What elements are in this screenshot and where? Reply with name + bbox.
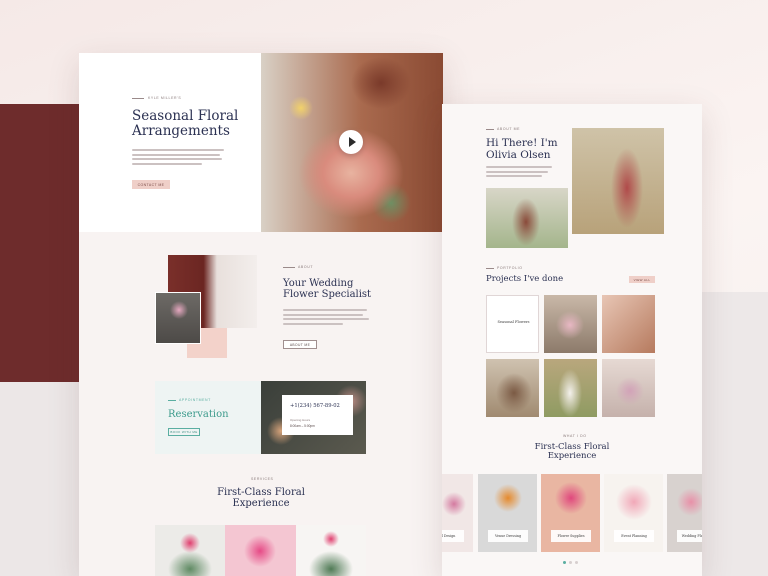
project-tile[interactable]: Seasonal Flowers — [486, 295, 539, 353]
services-eyebrow: SERVICES — [251, 477, 274, 481]
about-flowers-photo — [155, 292, 201, 344]
experience-tile[interactable]: Venue Dressing — [478, 474, 537, 552]
project-tile[interactable] — [486, 359, 539, 417]
eyebrow-rule — [486, 268, 494, 269]
project-tile-label: Seasonal Flowers — [497, 320, 530, 324]
hero-text-panel: KYLE MILLER'S Seasonal Floral Arrangemen… — [79, 53, 261, 232]
services-image-row — [155, 525, 366, 576]
hero-title: Seasonal Floral Arrangements — [132, 109, 238, 139]
intro-title-line1: Hi There! I'm — [486, 137, 558, 149]
eyebrow-rule — [132, 98, 144, 99]
project-tile[interactable] — [602, 359, 655, 417]
experience-carousel: Bridal Design Venue Dressing Flower Supp… — [442, 474, 702, 552]
intro-body-text — [486, 166, 552, 180]
reservation-eyebrow: APPOINTMENT — [179, 398, 211, 402]
opening-hours-label: Opening Hours — [290, 418, 311, 422]
experience-tile-label: Bridal Design — [442, 530, 464, 542]
project-tile[interactable] — [602, 295, 655, 353]
right-page-mockup: ABOUT ME Hi There! I'm Olivia Olsen PORT… — [442, 104, 702, 576]
eyebrow-rule — [486, 129, 494, 130]
experience-tile[interactable]: Event Planning — [604, 474, 663, 552]
reservation-panel: APPOINTMENT Reservation BOOK WITH ME — [155, 381, 261, 454]
project-tile[interactable] — [544, 359, 597, 417]
projects-title: Projects I've done — [486, 274, 564, 284]
about-title-line2: Flower Specialist — [283, 289, 372, 300]
experience-title: First-Class Floral Experience — [522, 442, 622, 462]
about-title-line1: Your Wedding — [283, 278, 354, 289]
experience-tile-label: Venue Dressing — [488, 530, 528, 542]
intro-title-line2: Olivia Olsen — [486, 148, 551, 161]
services-title-line1: First-Class Floral — [217, 487, 305, 498]
services-title-line2: Experience — [232, 498, 290, 509]
intro-eyebrow: ABOUT ME — [497, 127, 521, 131]
carousel-dot[interactable] — [569, 561, 572, 564]
about-eyebrow: ABOUT — [298, 265, 314, 269]
project-tile[interactable] — [544, 295, 597, 353]
experience-title-line2: Experience — [547, 451, 597, 462]
eyebrow-rule — [168, 400, 176, 401]
phone-number[interactable]: +1(234) 567-89-02 — [290, 403, 340, 409]
experience-tile[interactable]: Wedding Planning — [667, 474, 702, 552]
hero-eyebrow: KYLE MILLER'S — [148, 96, 182, 100]
decorative-grey-block-right — [702, 292, 768, 576]
decorative-grey-block — [0, 382, 82, 576]
about-title: Your Wedding Flower Specialist — [283, 278, 371, 300]
contact-card: +1(234) 567-89-02 Opening Hours 8:00am –… — [282, 395, 353, 435]
experience-tile-label: Event Planning — [614, 530, 654, 542]
projects-eyebrow: PORTFOLIO — [497, 266, 523, 270]
service-tile-cactus[interactable] — [155, 525, 226, 576]
hero-title-line2: Arrangements — [132, 122, 230, 139]
experience-tile-label: Flower Supplies — [551, 530, 591, 542]
about-body-text — [283, 309, 369, 327]
experience-tile[interactable]: Bridal Design — [442, 474, 473, 552]
about-me-button[interactable]: ABOUT ME — [283, 340, 317, 349]
view-all-button[interactable]: VIEW ALL — [629, 276, 655, 283]
olivia-field-photo — [486, 188, 568, 248]
contact-me-button[interactable]: CONTACT ME — [132, 180, 170, 189]
experience-tile-label: Wedding Planning — [677, 530, 702, 542]
experience-eyebrow: WHAT I DO — [563, 434, 587, 438]
olivia-portrait-photo — [572, 128, 664, 234]
play-icon — [348, 137, 356, 147]
service-tile-peony[interactable] — [225, 525, 296, 576]
carousel-dot[interactable] — [563, 561, 566, 564]
decorative-maroon-block — [0, 104, 82, 382]
projects-grid: Seasonal Flowers — [486, 295, 656, 418]
hero-title-line1: Seasonal Floral — [132, 108, 239, 124]
carousel-dots[interactable] — [563, 561, 578, 564]
left-page-mockup: KYLE MILLER'S Seasonal Floral Arrangemen… — [79, 53, 443, 576]
intro-title: Hi There! I'm Olivia Olsen — [486, 137, 558, 161]
play-video-button[interactable] — [339, 130, 363, 154]
hero-body-text — [132, 149, 224, 167]
experience-tile[interactable]: Flower Supplies — [541, 474, 600, 552]
book-with-me-button[interactable]: BOOK WITH ME — [168, 428, 200, 436]
carousel-dot[interactable] — [575, 561, 578, 564]
services-title: First-Class Floral Experience — [199, 487, 323, 509]
service-tile-cactus-2[interactable] — [295, 525, 366, 576]
opening-hours: 8:00am – 5:00pm — [290, 424, 315, 428]
reservation-title: Reservation — [168, 409, 229, 420]
eyebrow-rule — [283, 267, 295, 268]
